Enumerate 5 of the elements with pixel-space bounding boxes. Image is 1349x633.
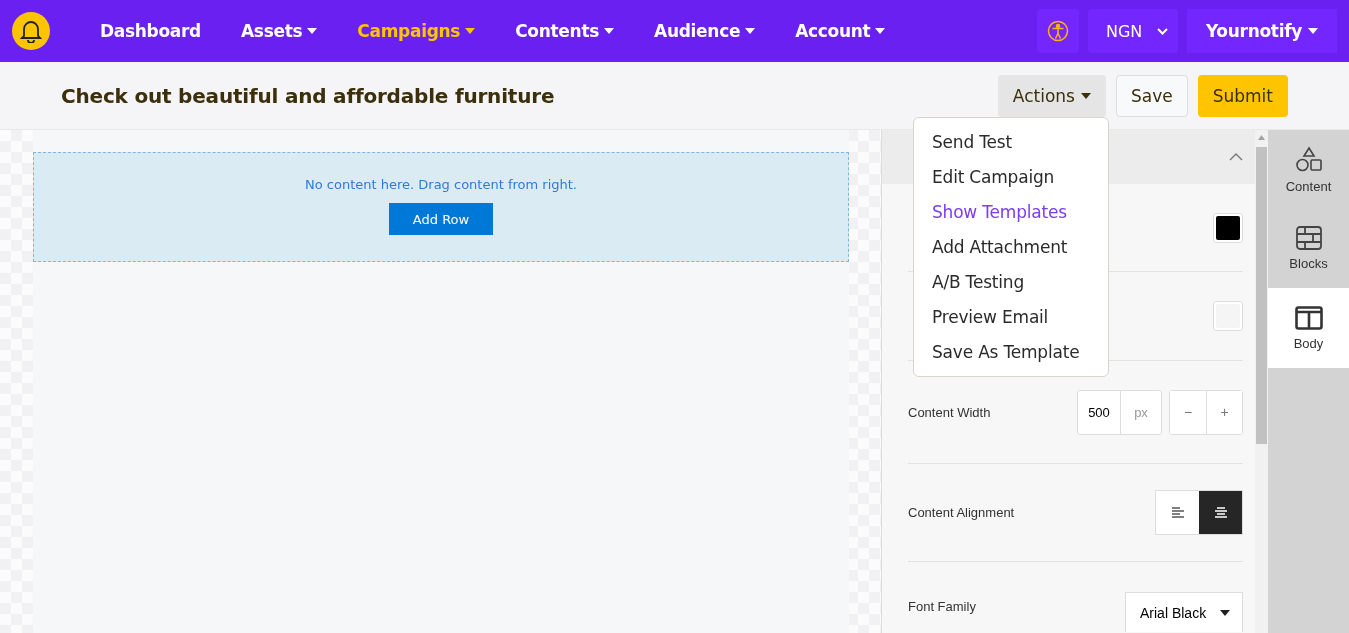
campaign-title: Check out beautiful and affordable furniture xyxy=(61,83,555,108)
setting-label: Content Width xyxy=(908,404,991,420)
setting-label: Font Family xyxy=(908,599,976,614)
setting-label: Content Alignment xyxy=(908,505,1015,520)
empty-message: No content here. Drag content from right. xyxy=(305,177,577,192)
